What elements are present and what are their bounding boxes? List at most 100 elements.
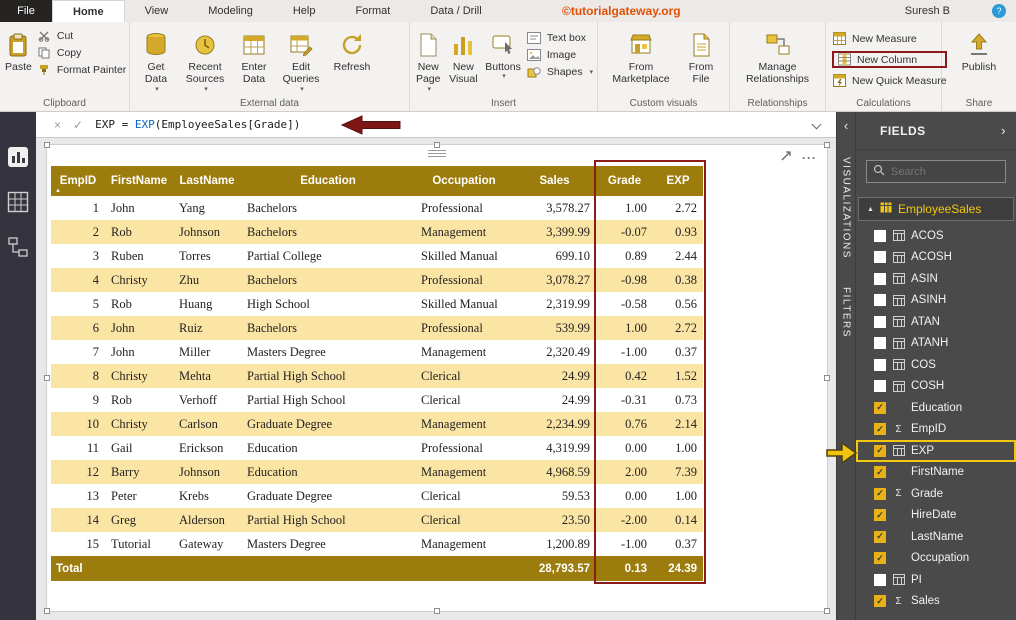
field-checkbox[interactable]: ✓ xyxy=(874,552,886,565)
drag-handle-icon[interactable] xyxy=(428,148,446,159)
field-item-atan[interactable]: ATAN xyxy=(856,311,1016,333)
field-item-acos[interactable]: ACOS xyxy=(856,225,1016,247)
enter-data-button[interactable]: Enter Data xyxy=(236,27,272,87)
fields-search[interactable] xyxy=(866,160,1006,183)
field-item-firstname[interactable]: ✓ FirstName xyxy=(856,462,1016,484)
field-checkbox[interactable]: ✓ xyxy=(874,444,886,457)
tab-view[interactable]: View xyxy=(125,0,189,22)
field-checkbox[interactable]: ✓ xyxy=(874,401,886,414)
expand-panel-icon[interactable]: ‹ xyxy=(844,118,848,133)
refresh-button[interactable]: Refresh xyxy=(330,27,374,74)
report-canvas[interactable]: ··· EmpID ▲ FirstName LastName Education Occu… xyxy=(36,138,836,620)
field-checkbox[interactable]: ✓ xyxy=(874,423,886,436)
from-file-button[interactable]: From File xyxy=(682,27,720,87)
field-checkbox[interactable] xyxy=(874,272,886,285)
focus-mode-icon[interactable] xyxy=(780,149,792,167)
manage-relationships-button[interactable]: Manage Relationships xyxy=(737,27,819,87)
help-icon[interactable]: ? xyxy=(992,4,1006,18)
field-checkbox[interactable]: ✓ xyxy=(874,487,886,500)
field-checkbox[interactable] xyxy=(874,251,886,264)
collapse-fields-icon[interactable]: › xyxy=(1001,123,1006,138)
filters-panel-label[interactable]: FILTERS xyxy=(841,287,852,338)
tab-data-drill[interactable]: Data / Drill xyxy=(410,0,501,22)
new-measure-button[interactable]: New Measure xyxy=(832,32,947,45)
column-header[interactable]: EXP xyxy=(653,166,703,196)
format-painter-button[interactable]: Format Painter xyxy=(37,64,126,76)
field-item-education[interactable]: ✓ Education xyxy=(856,397,1016,419)
chevron-down-icon[interactable] xyxy=(811,119,822,130)
column-header[interactable]: EmpID ▲ xyxy=(51,166,105,196)
column-header[interactable]: Grade xyxy=(596,166,653,196)
field-checkbox[interactable]: ✓ xyxy=(874,530,886,543)
field-checkbox[interactable]: ✓ xyxy=(874,595,886,608)
paste-button[interactable]: Paste xyxy=(4,27,33,74)
recent-sources-button[interactable]: Recent Sources ▾ xyxy=(181,27,229,95)
field-checkbox[interactable]: ✓ xyxy=(874,509,886,522)
field-checkbox[interactable] xyxy=(874,573,886,586)
model-view-icon[interactable] xyxy=(7,236,29,263)
signed-in-user[interactable]: Suresh B xyxy=(905,0,950,22)
resize-handle[interactable] xyxy=(44,142,50,148)
field-item-occupation[interactable]: ✓ Occupation xyxy=(856,548,1016,570)
tab-modeling[interactable]: Modeling xyxy=(188,0,273,22)
dax-formula[interactable]: EXP = EXP(EmployeeSales[Grade]) xyxy=(95,118,300,131)
commit-icon[interactable]: ✓ xyxy=(73,118,83,132)
tab-file[interactable]: File xyxy=(0,0,52,22)
report-view-icon[interactable] xyxy=(7,146,29,173)
column-header[interactable]: Sales xyxy=(513,166,596,196)
field-item-atanh[interactable]: ATANH xyxy=(856,333,1016,355)
data-view-icon[interactable] xyxy=(7,191,29,218)
new-visual-button[interactable]: New Visual xyxy=(447,27,479,87)
search-input[interactable] xyxy=(891,165,999,178)
tab-home[interactable]: Home xyxy=(52,0,125,22)
new-column-button[interactable]: New Column xyxy=(832,51,947,68)
from-marketplace-button[interactable]: From Marketplace xyxy=(606,27,676,87)
fields-table-employeesales[interactable]: ▲ EmployeeSales xyxy=(858,197,1014,221)
field-checkbox[interactable]: ✓ xyxy=(874,466,886,479)
field-checkbox[interactable] xyxy=(874,380,886,393)
image-button[interactable]: Image xyxy=(527,49,593,61)
tab-help[interactable]: Help xyxy=(273,0,336,22)
more-options-icon[interactable]: ··· xyxy=(802,152,817,164)
publish-button[interactable]: Publish xyxy=(955,27,1003,74)
expander-icon[interactable]: ▲ xyxy=(867,206,874,213)
text-box-button[interactable]: Text box xyxy=(527,32,593,44)
field-checkbox[interactable] xyxy=(874,315,886,328)
edit-queries-button[interactable]: Edit Queries ▾ xyxy=(279,27,323,95)
field-item-cos[interactable]: COS xyxy=(856,354,1016,376)
column-header[interactable]: FirstName xyxy=(105,166,173,196)
field-checkbox[interactable] xyxy=(874,358,886,371)
cancel-icon[interactable]: × xyxy=(54,118,61,132)
resize-handle[interactable] xyxy=(824,375,830,381)
get-data-button[interactable]: Get Data ▾ xyxy=(138,27,174,95)
field-checkbox[interactable] xyxy=(874,294,886,307)
formula-bar[interactable]: × ✓ EXP = EXP(EmployeeSales[Grade]) xyxy=(36,112,836,138)
copy-button[interactable]: Copy xyxy=(37,47,126,59)
resize-handle[interactable] xyxy=(434,608,440,614)
field-item-lastname[interactable]: ✓ LastName xyxy=(856,526,1016,548)
column-header[interactable]: LastName xyxy=(173,166,241,196)
field-item-sales[interactable]: ✓ Σ Sales xyxy=(856,591,1016,613)
field-item-acosh[interactable]: ACOSH xyxy=(856,247,1016,269)
field-item-grade[interactable]: ✓ Σ Grade xyxy=(856,483,1016,505)
field-item-exp[interactable]: ✓ EXP xyxy=(856,440,1016,462)
column-header[interactable]: Occupation xyxy=(415,166,513,196)
table-visual-container[interactable]: ··· EmpID ▲ FirstName LastName Education Occu… xyxy=(44,142,830,614)
field-item-asin[interactable]: ASIN xyxy=(856,268,1016,290)
new-quick-measure-button[interactable]: New Quick Measure xyxy=(832,74,947,87)
column-header[interactable]: Education xyxy=(241,166,415,196)
cut-button[interactable]: Cut xyxy=(37,30,126,42)
shapes-button[interactable]: Shapes ▾ xyxy=(527,66,593,78)
tab-format[interactable]: Format xyxy=(335,0,410,22)
resize-handle[interactable] xyxy=(44,375,50,381)
resize-handle[interactable] xyxy=(824,142,830,148)
field-item-pi[interactable]: PI xyxy=(856,569,1016,591)
resize-handle[interactable] xyxy=(824,608,830,614)
resize-handle[interactable] xyxy=(44,608,50,614)
field-item-cosh[interactable]: COSH xyxy=(856,376,1016,398)
field-checkbox[interactable] xyxy=(874,229,886,242)
buttons-button[interactable]: Buttons ▾ xyxy=(484,27,522,83)
field-item-empid[interactable]: ✓ Σ EmpID xyxy=(856,419,1016,441)
field-checkbox[interactable] xyxy=(874,337,886,350)
new-page-button[interactable]: New Page ▾ xyxy=(414,27,442,95)
